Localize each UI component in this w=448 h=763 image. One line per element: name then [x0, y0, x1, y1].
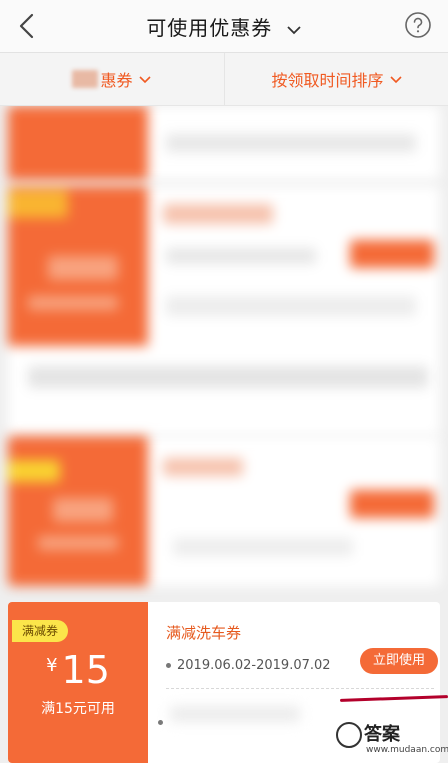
coupon-amount: ¥15: [8, 648, 148, 692]
coupon-amount-value: 15: [61, 648, 110, 692]
coupon-card-blurred[interactable]: [8, 106, 440, 180]
coupon-validity: 2019.06.02-2019.07.02: [166, 658, 331, 673]
coupon-value-panel: 满减券 ¥15 满15元可用: [8, 602, 148, 763]
watermark-url: www.mudaan.com: [366, 745, 448, 755]
watermark-text: 答案: [364, 724, 400, 745]
coupon-condition: 满15元可用: [41, 701, 115, 717]
watermark: 答案 www.mudaan.com: [330, 720, 448, 763]
sort-filter[interactable]: 按领取时间排序: [224, 53, 448, 105]
watermark-logo-icon: [336, 722, 362, 748]
currency-symbol: ¥: [46, 655, 58, 676]
chevron-down-icon: [287, 25, 301, 34]
coupon-type-tag: 满减券: [12, 620, 69, 642]
bullet-icon: [158, 720, 163, 725]
blurred-text: [170, 706, 300, 722]
coupon-type-filter[interactable]: 惠券: [0, 53, 224, 105]
coupon-list: 满减券 ¥15 满15元可用 满减洗车券 2019.06.02-2019.07.…: [0, 106, 448, 763]
coupon-card-blurred[interactable]: [8, 436, 440, 586]
chevron-down-icon: [138, 75, 151, 83]
chevron-down-icon: [389, 75, 402, 83]
page-title-dropdown[interactable]: 可使用优惠券: [0, 12, 448, 41]
sort-filter-label: 按领取时间排序: [271, 71, 384, 90]
coupon-card-blurred[interactable]: [8, 186, 440, 436]
use-now-button[interactable]: 立即使用: [360, 648, 438, 674]
coupon-type-filter-label: 惠券: [100, 71, 133, 90]
coupon-footnote: [158, 706, 300, 731]
bullet-icon: [166, 663, 171, 668]
top-navigation-bar: 可使用优惠券: [0, 0, 448, 53]
filter-bar: 惠券 按领取时间排序: [0, 53, 448, 106]
blurred-text: [72, 70, 99, 88]
help-circle-icon[interactable]: [404, 11, 432, 39]
coupon-validity-text: 2019.06.02-2019.07.02: [177, 658, 331, 673]
divider: [166, 688, 434, 689]
page-title: 可使用优惠券: [146, 16, 273, 40]
coupon-name: 满减洗车券: [166, 624, 242, 642]
